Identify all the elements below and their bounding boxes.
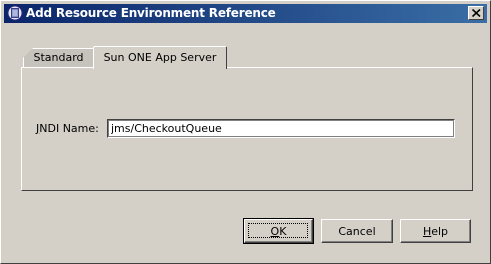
cancel-button[interactable]: Cancel	[321, 219, 393, 243]
jndi-name-input[interactable]	[107, 119, 455, 138]
cancel-label: Cancel	[338, 224, 376, 238]
dialog-title: Add Resource Environment Reference	[26, 6, 276, 20]
tab-corner-fold	[23, 48, 33, 58]
dialog-window: Add Resource Environment Reference Stand…	[0, 0, 491, 264]
app-server-icon[interactable]	[7, 5, 23, 21]
help-button[interactable]: Help	[400, 219, 471, 243]
close-button[interactable]	[468, 6, 484, 20]
help-label: elp	[431, 224, 449, 238]
focus-rect	[248, 223, 308, 238]
tab-standard[interactable]: Standard	[23, 48, 94, 67]
tab-standard-label: Standard	[33, 51, 84, 64]
jndi-label-text: NDI Name:	[39, 122, 99, 135]
tab-content-panel: JNDI Name:	[21, 67, 473, 191]
close-icon	[472, 9, 481, 17]
title-bar[interactable]: Add Resource Environment Reference	[4, 4, 487, 23]
tab-sun-one-label: Sun ONE App Server	[103, 51, 217, 64]
tab-sun-one-app-server[interactable]: Sun ONE App Server	[93, 46, 227, 69]
help-mnemonic: H	[422, 224, 432, 238]
ok-button[interactable]: OK	[243, 218, 314, 244]
jndi-name-label: JNDI Name:	[36, 122, 99, 135]
